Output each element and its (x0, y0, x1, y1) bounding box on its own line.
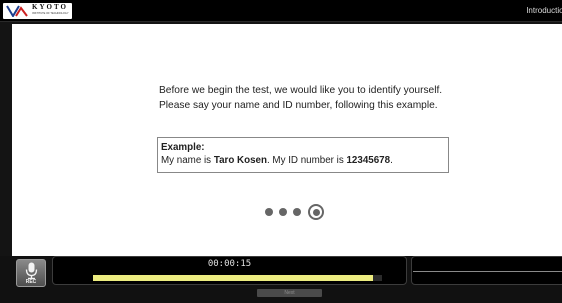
example-box: Example: My name is Taro Kosen. My ID nu… (157, 137, 449, 173)
recorder-bar: REC 00:00:15 (0, 256, 562, 287)
recording-progress-fill (93, 275, 374, 281)
example-id-number: 12345678 (346, 154, 391, 166)
instruction-line-2: Please say your name and ID number, foll… (159, 99, 438, 111)
audio-level-line (413, 271, 562, 272)
logo-wordmark: KYOTO (32, 3, 68, 11)
section-title: Introduction (526, 6, 562, 15)
record-button[interactable]: REC (16, 259, 46, 287)
logo-mark-icon (6, 5, 28, 17)
example-heading: Example: (161, 142, 205, 153)
rec-label: REC (25, 279, 37, 285)
step-dot-2 (279, 208, 287, 216)
instruction-line-1: Before we begin the test, we would like … (159, 85, 443, 96)
next-button[interactable]: Next (257, 289, 322, 297)
instructions: Before we begin the test, we would like … (159, 84, 442, 113)
top-bar: KYOTO INSTITUTE OF TECHNOLOGY Introducti… (0, 0, 562, 22)
content-panel: Before we begin the test, we would like … (12, 24, 562, 256)
step-indicator (265, 204, 324, 220)
microphone-icon (25, 262, 38, 279)
step-dot-3 (293, 208, 301, 216)
example-text: My name is Taro Kosen. My ID number is 1… (161, 155, 445, 168)
example-name: Taro Kosen (213, 154, 267, 166)
step-dot-current (308, 204, 324, 220)
step-dot-1 (265, 208, 273, 216)
elapsed-timer: 00:00:15 (207, 259, 252, 269)
example-text-part3: . (390, 154, 393, 166)
footer-bar: Next (0, 287, 562, 303)
kyoto-logo: KYOTO INSTITUTE OF TECHNOLOGY (3, 3, 72, 19)
recording-progress (93, 275, 382, 281)
timer-panel: 00:00:15 (52, 256, 407, 285)
audio-level-panel (411, 256, 562, 285)
example-text-part2: . My ID number is (266, 154, 347, 166)
example-text-part1: My name is (161, 154, 214, 166)
logo-subtitle: INSTITUTE OF TECHNOLOGY (32, 12, 69, 15)
